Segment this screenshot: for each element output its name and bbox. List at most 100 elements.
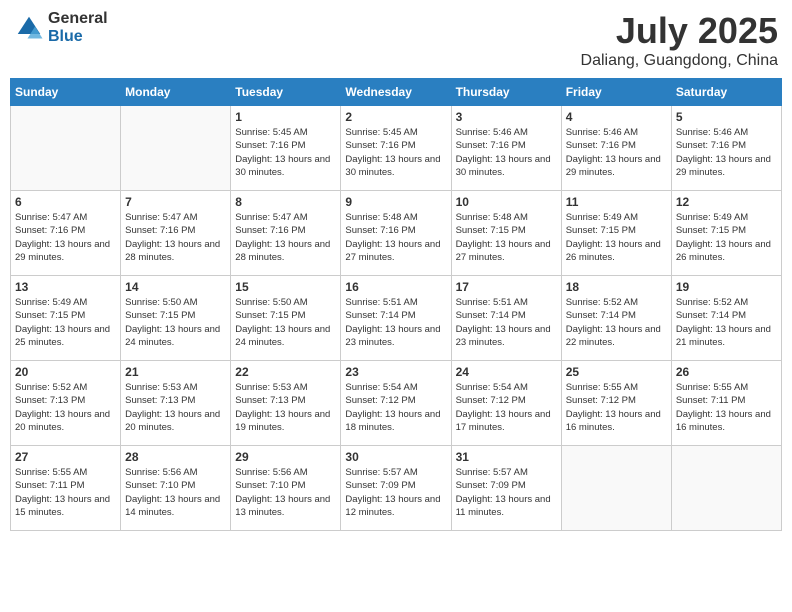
day-info: Sunrise: 5:48 AM Sunset: 7:15 PM Dayligh… xyxy=(456,211,557,264)
calendar-cell xyxy=(11,106,121,191)
day-info: Sunrise: 5:56 AM Sunset: 7:10 PM Dayligh… xyxy=(235,466,336,519)
day-number: 11 xyxy=(566,195,667,209)
calendar-cell: 9Sunrise: 5:48 AM Sunset: 7:16 PM Daylig… xyxy=(341,191,451,276)
calendar-cell: 24Sunrise: 5:54 AM Sunset: 7:12 PM Dayli… xyxy=(451,361,561,446)
calendar-cell: 6 Sunrise: 5:47 AM Sunset: 7:16 PM Daylig… xyxy=(11,191,121,276)
calendar-cell xyxy=(121,106,231,191)
day-info: Sunrise: 5:47 AM Sunset: 7:16 PM Dayligh… xyxy=(125,211,226,264)
day-number: 12 xyxy=(676,195,777,209)
day-number: 9 xyxy=(345,195,446,209)
day-number: 26 xyxy=(676,365,777,379)
day-number: 13 xyxy=(15,280,116,294)
calendar-cell: 14 Sunrise: 5:50 AM Sunset: 7:15 PM Dayli… xyxy=(121,276,231,361)
day-number: 4 xyxy=(566,110,667,124)
weekday-header: Sunday xyxy=(11,79,121,106)
day-info: Sunrise: 5:50 AM Sunset: 7:15 PM Dayligh… xyxy=(125,296,226,349)
day-info: Sunrise: 5:56 AM Sunset: 7:10 PM Dayligh… xyxy=(125,466,226,519)
calendar-cell: 26 Sunrise: 5:55 AM Sunset: 7:11 PM Dayli… xyxy=(671,361,781,446)
calendar-cell: 25 Sunrise: 5:55 AM Sunset: 7:12 PM Dayli… xyxy=(561,361,671,446)
month-title: July 2025 xyxy=(581,10,778,52)
weekday-header: Friday xyxy=(561,79,671,106)
day-number: 31 xyxy=(456,450,557,464)
day-info: Sunrise: 5:52 AM Sunset: 7:14 PM Dayligh… xyxy=(676,296,777,349)
calendar-cell: 7 Sunrise: 5:47 AM Sunset: 7:16 PM Daylig… xyxy=(121,191,231,276)
calendar-cell: 18Sunrise: 5:52 AM Sunset: 7:14 PM Dayli… xyxy=(561,276,671,361)
day-number: 21 xyxy=(125,365,226,379)
day-info: Sunrise: 5:55 AM Sunset: 7:12 PM Dayligh… xyxy=(566,381,667,434)
calendar-cell: 10 Sunrise: 5:48 AM Sunset: 7:15 PM Dayli… xyxy=(451,191,561,276)
calendar-cell: 12 Sunrise: 5:49 AM Sunset: 7:15 PM Dayli… xyxy=(671,191,781,276)
day-number: 3 xyxy=(456,110,557,124)
calendar-cell: 31Sunrise: 5:57 AM Sunset: 7:09 PM Dayli… xyxy=(451,446,561,531)
calendar-cell: 16 Sunrise: 5:51 AM Sunset: 7:14 PM Dayli… xyxy=(341,276,451,361)
day-number: 20 xyxy=(15,365,116,379)
day-info: Sunrise: 5:45 AM Sunset: 7:16 PM Dayligh… xyxy=(345,126,446,179)
day-info: Sunrise: 5:49 AM Sunset: 7:15 PM Dayligh… xyxy=(676,211,777,264)
logo-icon xyxy=(14,13,44,43)
day-info: Sunrise: 5:52 AM Sunset: 7:13 PM Dayligh… xyxy=(15,381,116,434)
logo-text: General Blue xyxy=(48,10,108,45)
day-number: 24 xyxy=(456,365,557,379)
calendar-week-row: 1 Sunrise: 5:45 AM Sunset: 7:16 PM Daylig… xyxy=(11,106,782,191)
day-number: 15 xyxy=(235,280,336,294)
day-number: 14 xyxy=(125,280,226,294)
day-number: 6 xyxy=(15,195,116,209)
day-info: Sunrise: 5:47 AM Sunset: 7:16 PM Dayligh… xyxy=(15,211,116,264)
day-number: 27 xyxy=(15,450,116,464)
calendar-week-row: 13 Sunrise: 5:49 AM Sunset: 7:15 PM Dayli… xyxy=(11,276,782,361)
weekday-header: Tuesday xyxy=(231,79,341,106)
logo-blue: Blue xyxy=(48,28,108,46)
day-number: 25 xyxy=(566,365,667,379)
day-info: Sunrise: 5:45 AM Sunset: 7:16 PM Dayligh… xyxy=(235,126,336,179)
calendar-cell: 13 Sunrise: 5:49 AM Sunset: 7:15 PM Dayli… xyxy=(11,276,121,361)
day-info: Sunrise: 5:51 AM Sunset: 7:14 PM Dayligh… xyxy=(345,296,446,349)
calendar-cell: 2 Sunrise: 5:45 AM Sunset: 7:16 PM Daylig… xyxy=(341,106,451,191)
day-info: Sunrise: 5:52 AM Sunset: 7:14 PM Dayligh… xyxy=(566,296,667,349)
day-number: 23 xyxy=(345,365,446,379)
day-number: 30 xyxy=(345,450,446,464)
calendar-cell: 15Sunrise: 5:50 AM Sunset: 7:15 PM Dayli… xyxy=(231,276,341,361)
calendar-cell: 3 Sunrise: 5:46 AM Sunset: 7:16 PM Daylig… xyxy=(451,106,561,191)
calendar-cell: 23 Sunrise: 5:54 AM Sunset: 7:12 PM Dayli… xyxy=(341,361,451,446)
calendar-cell xyxy=(561,446,671,531)
day-info: Sunrise: 5:57 AM Sunset: 7:09 PM Dayligh… xyxy=(345,466,446,519)
day-info: Sunrise: 5:46 AM Sunset: 7:16 PM Dayligh… xyxy=(456,126,557,179)
weekday-header: Wednesday xyxy=(341,79,451,106)
day-info: Sunrise: 5:46 AM Sunset: 7:16 PM Dayligh… xyxy=(566,126,667,179)
calendar-week-row: 27Sunrise: 5:55 AM Sunset: 7:11 PM Dayli… xyxy=(11,446,782,531)
calendar-cell: 8Sunrise: 5:47 AM Sunset: 7:16 PM Daylig… xyxy=(231,191,341,276)
day-number: 2 xyxy=(345,110,446,124)
day-number: 28 xyxy=(125,450,226,464)
day-number: 22 xyxy=(235,365,336,379)
day-number: 19 xyxy=(676,280,777,294)
page-header: General Blue July 2025 Daliang, Guangdon… xyxy=(10,10,782,70)
calendar-cell: 28 Sunrise: 5:56 AM Sunset: 7:10 PM Dayli… xyxy=(121,446,231,531)
calendar-cell: 20 Sunrise: 5:52 AM Sunset: 7:13 PM Dayli… xyxy=(11,361,121,446)
day-info: Sunrise: 5:53 AM Sunset: 7:13 PM Dayligh… xyxy=(125,381,226,434)
calendar-table: SundayMondayTuesdayWednesdayThursdayFrid… xyxy=(10,78,782,531)
weekday-header: Monday xyxy=(121,79,231,106)
day-info: Sunrise: 5:49 AM Sunset: 7:15 PM Dayligh… xyxy=(15,296,116,349)
weekday-header: Thursday xyxy=(451,79,561,106)
logo: General Blue xyxy=(14,10,108,45)
calendar-cell: 4 Sunrise: 5:46 AM Sunset: 7:16 PM Daylig… xyxy=(561,106,671,191)
day-info: Sunrise: 5:55 AM Sunset: 7:11 PM Dayligh… xyxy=(676,381,777,434)
weekday-header-row: SundayMondayTuesdayWednesdayThursdayFrid… xyxy=(11,79,782,106)
day-number: 7 xyxy=(125,195,226,209)
calendar-cell: 11Sunrise: 5:49 AM Sunset: 7:15 PM Dayli… xyxy=(561,191,671,276)
day-number: 5 xyxy=(676,110,777,124)
day-number: 17 xyxy=(456,280,557,294)
calendar-cell: 5 Sunrise: 5:46 AM Sunset: 7:16 PM Daylig… xyxy=(671,106,781,191)
day-number: 16 xyxy=(345,280,446,294)
calendar-cell xyxy=(671,446,781,531)
day-number: 8 xyxy=(235,195,336,209)
day-info: Sunrise: 5:54 AM Sunset: 7:12 PM Dayligh… xyxy=(345,381,446,434)
day-number: 29 xyxy=(235,450,336,464)
logo-general: General xyxy=(48,10,108,28)
calendar-cell: 21 Sunrise: 5:53 AM Sunset: 7:13 PM Dayli… xyxy=(121,361,231,446)
day-number: 1 xyxy=(235,110,336,124)
day-number: 10 xyxy=(456,195,557,209)
calendar-cell: 30 Sunrise: 5:57 AM Sunset: 7:09 PM Dayli… xyxy=(341,446,451,531)
day-info: Sunrise: 5:46 AM Sunset: 7:16 PM Dayligh… xyxy=(676,126,777,179)
day-info: Sunrise: 5:51 AM Sunset: 7:14 PM Dayligh… xyxy=(456,296,557,349)
